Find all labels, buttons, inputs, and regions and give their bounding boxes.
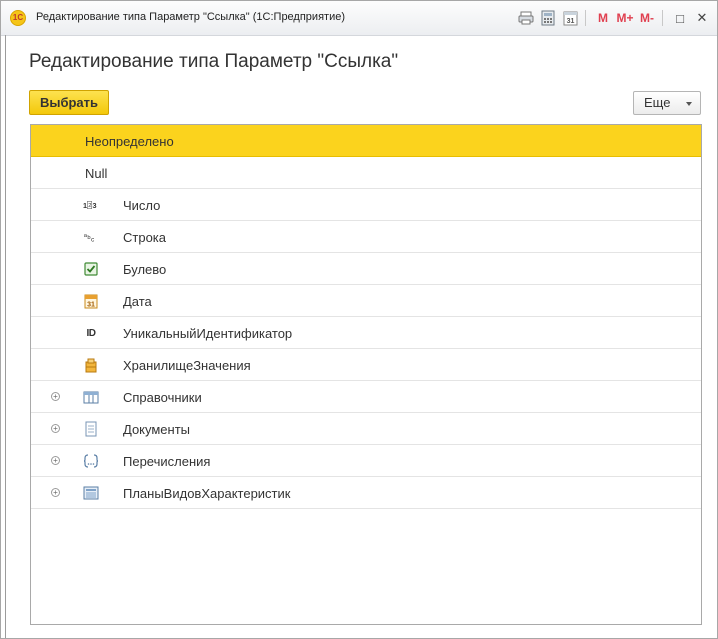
memory-minus-button[interactable]: M-	[638, 8, 656, 28]
type-row-date[interactable]: 31 Дата	[31, 285, 701, 317]
svg-text:c: c	[91, 236, 95, 243]
select-button[interactable]: Выбрать	[29, 90, 109, 115]
window-left-edge	[5, 35, 6, 638]
print-icon[interactable]	[517, 8, 535, 28]
form-title: Редактирование типа Параметр "Ссылка"	[29, 51, 399, 72]
calendar-icon: 31	[83, 293, 99, 309]
svg-text:31: 31	[566, 18, 574, 25]
calendar-icon[interactable]: 31	[561, 8, 579, 28]
type-row-number[interactable]: 123 Число	[31, 189, 701, 221]
type-list[interactable]: Неопределено Null 123 Число abc Строка Б…	[30, 124, 702, 625]
svg-text:3: 3	[92, 201, 96, 210]
type-row-catalogs[interactable]: + Справочники	[31, 381, 701, 413]
type-row-characteristic-plans[interactable]: + ПланыВидовХарактеристик	[31, 477, 701, 509]
type-row-label: УникальныйИдентификатор	[123, 326, 293, 341]
memory-plus-button[interactable]: M+	[616, 8, 634, 28]
checkbox-icon	[83, 261, 99, 277]
type-row-value-storage[interactable]: ХранилищеЗначения	[31, 349, 701, 381]
type-row-label: Справочники	[123, 390, 202, 405]
dialog-window: 1С Редактирование типа Параметр "Ссылка"…	[0, 0, 718, 639]
title-bar: 1С Редактирование типа Параметр "Ссылка"…	[1, 1, 717, 36]
close-button[interactable]: ✕	[693, 8, 711, 28]
type-row-uuid[interactable]: ID УникальныйИдентификатор	[31, 317, 701, 349]
type-row-label: Null	[85, 166, 108, 181]
calculator-icon[interactable]	[539, 8, 557, 28]
enum-icon	[83, 453, 99, 469]
app-logo-icon: 1С	[10, 10, 26, 26]
svg-text:b: b	[87, 235, 90, 241]
type-row-undefined[interactable]: Неопределено	[31, 125, 701, 157]
type-row-label: ХранилищеЗначения	[123, 358, 251, 373]
title-bar-tools: 31 M M+ M- □ ✕	[513, 8, 711, 28]
type-row-documents[interactable]: + Документы	[31, 413, 701, 445]
string-icon: abc	[83, 229, 99, 245]
type-row-label: Число	[123, 198, 161, 213]
expand-icon[interactable]: +	[51, 488, 60, 497]
restore-button[interactable]: □	[671, 8, 689, 28]
memory-m-button[interactable]: M	[594, 8, 612, 28]
catalog-icon	[83, 389, 99, 405]
window-title: Редактирование типа Параметр "Ссылка" (1…	[36, 11, 345, 23]
svg-text:31: 31	[87, 302, 95, 309]
more-button[interactable]: Еще	[633, 91, 701, 115]
type-row-label: Документы	[123, 422, 191, 437]
expand-icon[interactable]: +	[51, 392, 60, 401]
chevron-down-icon	[686, 102, 692, 106]
type-row-label: Перечисления	[123, 454, 211, 469]
id-icon: ID	[83, 325, 99, 341]
storage-icon	[83, 357, 99, 373]
type-row-label: Дата	[123, 294, 152, 309]
more-button-label: Еще	[644, 95, 671, 110]
type-row-label: Строка	[123, 230, 167, 245]
type-row-label: Неопределено	[85, 134, 174, 149]
document-icon	[83, 421, 99, 437]
type-row-boolean[interactable]: Булево	[31, 253, 701, 285]
type-row-null[interactable]: Null	[31, 157, 701, 189]
chart-of-characteristics-icon	[83, 485, 99, 501]
type-row-label: ПланыВидовХарактеристик	[123, 486, 291, 501]
type-row-enums[interactable]: + Перечисления	[31, 445, 701, 477]
toolbar-divider	[662, 10, 663, 26]
svg-text:2: 2	[88, 203, 91, 209]
toolbar-divider	[585, 10, 586, 26]
expand-icon[interactable]: +	[51, 456, 60, 465]
svg-text:1: 1	[83, 201, 87, 210]
number-icon: 123	[83, 197, 99, 213]
type-row-label: Булево	[123, 262, 167, 277]
type-row-string[interactable]: abc Строка	[31, 221, 701, 253]
id-icon-text: ID	[86, 327, 97, 339]
expand-icon[interactable]: +	[51, 424, 60, 433]
